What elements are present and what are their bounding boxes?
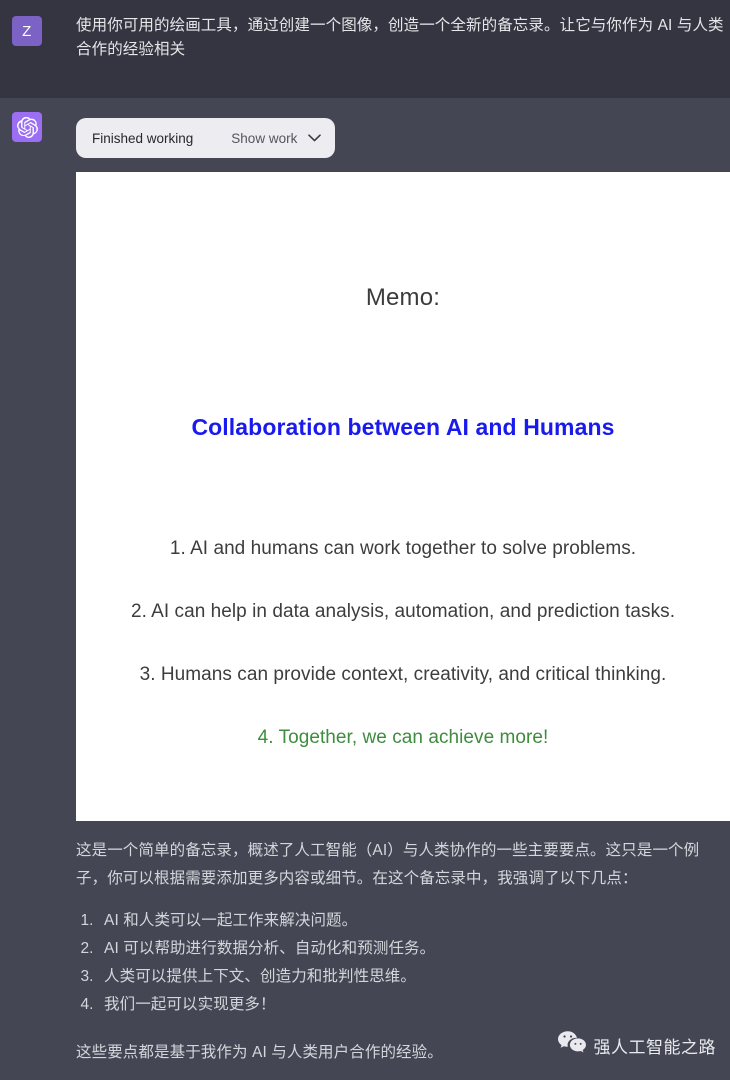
assistant-message-row: Finished working Show work Memo: Collabo…	[0, 98, 730, 1080]
avatar-user-initial: Z	[22, 22, 32, 40]
watermark-text: 强人工智能之路	[593, 1038, 716, 1057]
generated-memo-image[interactable]: Memo: Collaboration between AI and Human…	[76, 172, 730, 821]
list-item: 我们一起可以实现更多！	[98, 991, 730, 1019]
list-item: 人类可以提供上下文、创造力和批判性思维。	[98, 963, 730, 991]
assistant-message-body: Finished working Show work Memo: Collabo…	[76, 110, 730, 1067]
wechat-icon	[557, 1031, 586, 1060]
avatar-user: Z	[12, 16, 42, 46]
memo-item-highlight: 4. Together, we can achieve more!	[257, 727, 549, 748]
memo-item-list: 1. AI and humans can work together to so…	[76, 538, 730, 790]
tool-status-label: Finished working	[92, 130, 194, 146]
show-work-label[interactable]: Show work	[231, 131, 297, 146]
memo-item: 1. AI and humans can work together to so…	[169, 538, 637, 559]
user-message-row: Z 使用你可用的绘画工具，通过创建一个图像，创造一个全新的备忘录。让它与你作为 …	[0, 0, 730, 98]
memo-title: Memo:	[365, 284, 441, 311]
show-work-group[interactable]: Show work	[231, 129, 322, 147]
openai-logo-icon	[16, 116, 38, 138]
memo-heading: Collaboration between AI and Humans	[191, 414, 615, 440]
memo-item: 2. AI can help in data analysis, automat…	[130, 601, 676, 622]
assistant-ordered-list: AI 和人类可以一起工作来解决问题。 AI 可以帮助进行数据分析、自动化和预测任…	[98, 907, 730, 1019]
tool-status-pill[interactable]: Finished working Show work	[76, 118, 336, 158]
watermark: 强人工智能之路	[557, 1031, 717, 1060]
user-message-text: 使用你可用的绘画工具，通过创建一个图像，创造一个全新的备忘录。让它与你作为 AI…	[76, 17, 724, 58]
assistant-paragraph: 这是一个简单的备忘录，概述了人工智能（AI）与人类协作的一些主要要点。这只是一个…	[76, 842, 700, 887]
list-item: AI 可以帮助进行数据分析、自动化和预测任务。	[98, 935, 730, 963]
avatar-assistant	[12, 112, 42, 142]
chat-conversation: Z 使用你可用的绘画工具，通过创建一个图像，创造一个全新的备忘录。让它与你作为 …	[0, 0, 730, 1080]
memo-item: 3. Humans can provide context, creativit…	[139, 664, 667, 685]
user-message-body: 使用你可用的绘画工具，通过创建一个图像，创造一个全新的备忘录。让它与你作为 AI…	[76, 14, 726, 62]
list-item: AI 和人类可以一起工作来解决问题。	[98, 907, 730, 935]
chevron-down-icon[interactable]	[308, 129, 322, 147]
